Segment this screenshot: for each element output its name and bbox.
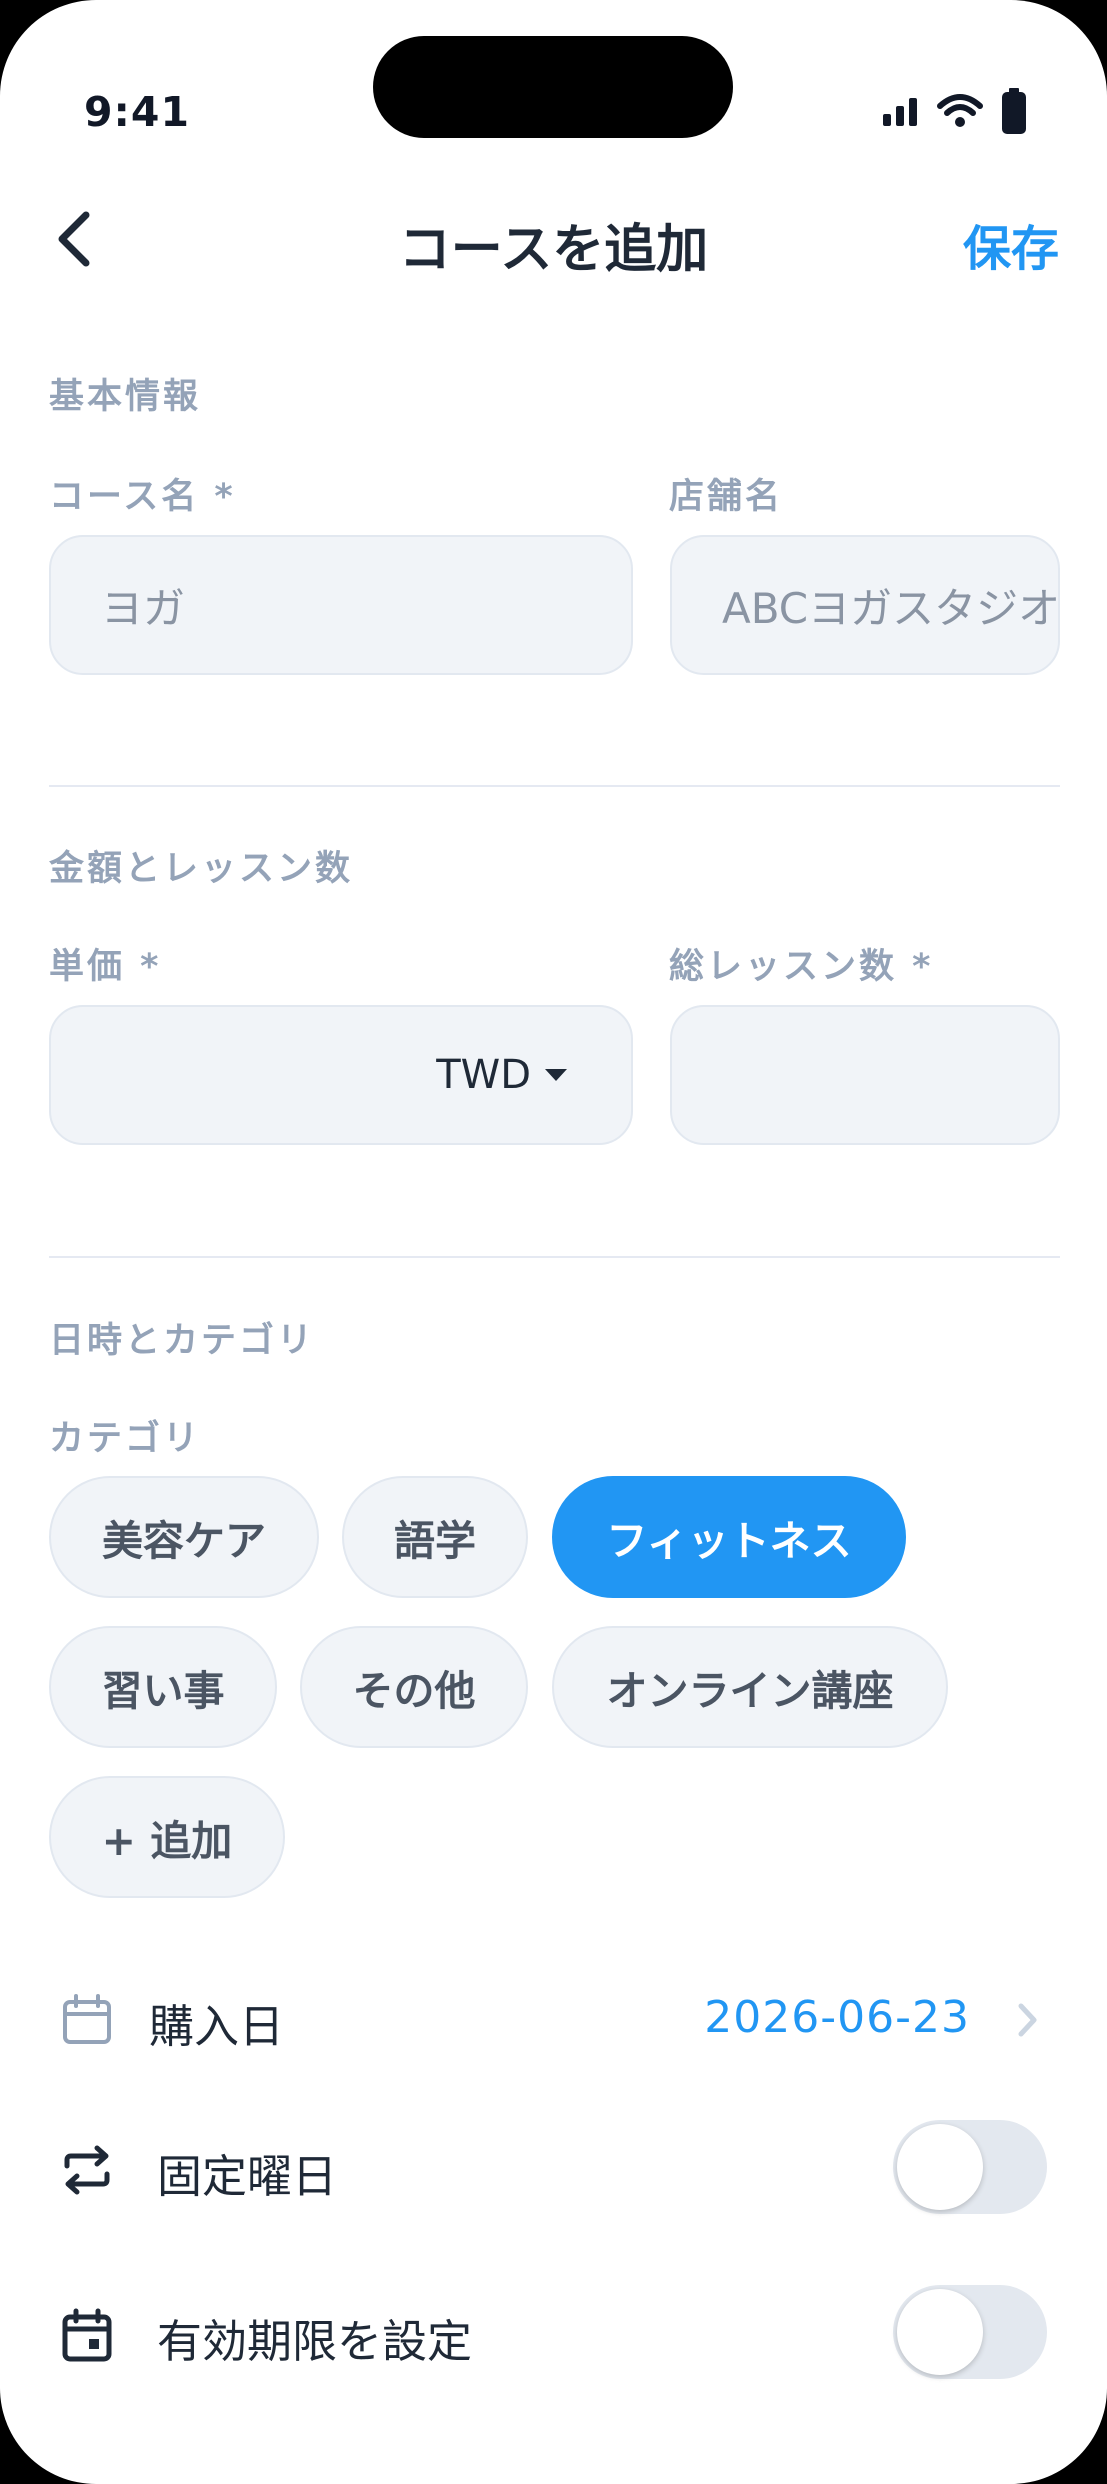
caret-down-icon <box>545 1069 567 1081</box>
chevron-right-icon <box>1018 2003 1037 2037</box>
unit-price-label: 単価 * <box>49 947 162 987</box>
category-chip[interactable]: 習い事 <box>49 1626 277 1748</box>
category-chip-label: 習い事 <box>101 1667 225 1715</box>
category-chip-label: フィットネス <box>606 1517 852 1565</box>
calendar-event-icon <box>62 2308 112 2362</box>
category-label: カテゴリ <box>49 1419 202 1459</box>
nav-bar: コースを追加 保存 <box>0 195 1107 285</box>
battery-icon <box>1002 88 1026 134</box>
add-category-chip[interactable]: + 追加 <box>49 1776 285 1898</box>
section-title-basic-info: 基本情報 <box>49 377 202 417</box>
divider <box>49 1256 1060 1258</box>
dynamic-island <box>373 36 733 138</box>
unit-price-input[interactable]: TWD <box>49 1005 633 1145</box>
category-chip-label: 語学 <box>394 1517 476 1565</box>
category-chip[interactable]: その他 <box>300 1626 528 1748</box>
save-button[interactable]: 保存 <box>963 209 1059 279</box>
toggle-knob <box>897 2289 983 2375</box>
section-title-schedule: 日時とカテゴリ <box>49 1321 316 1361</box>
status-icons <box>883 88 1027 134</box>
fixed-weekday-row: 固定曜日 <box>49 2120 1047 2220</box>
store-name-label: 店舗名 <box>669 477 784 517</box>
page-title: コースを追加 <box>398 220 709 280</box>
calendar-icon <box>63 1994 111 2044</box>
expiry-toggle[interactable] <box>893 2285 1047 2379</box>
category-chip[interactable]: オンライン講座 <box>552 1626 948 1748</box>
category-chip-label: オンライン講座 <box>606 1667 894 1715</box>
add-category-label: + 追加 <box>101 1817 233 1865</box>
course-name-input[interactable]: ヨガ <box>49 535 633 675</box>
fixed-weekday-toggle[interactable] <box>893 2120 1047 2214</box>
currency-value: TWD <box>436 1052 531 1098</box>
expiry-label: 有効期限を設定 <box>157 2315 473 2368</box>
divider <box>49 785 1060 787</box>
fixed-weekday-label: 固定曜日 <box>157 2150 338 2203</box>
category-chip-active[interactable]: フィットネス <box>552 1476 906 1598</box>
signal-icon <box>883 98 917 126</box>
total-lessons-input[interactable] <box>670 1005 1060 1145</box>
wifi-icon <box>937 94 983 127</box>
category-chip[interactable]: 美容ケア <box>49 1476 319 1598</box>
course-name-placeholder: ヨガ <box>101 583 186 633</box>
category-chip[interactable]: 語学 <box>342 1476 528 1598</box>
course-name-label: コース名 * <box>49 477 236 517</box>
category-chip-label: 美容ケア <box>102 1517 266 1565</box>
section-title-price: 金額とレッスン数 <box>49 849 354 889</box>
category-chip-label: その他 <box>352 1667 476 1715</box>
purchase-date-value: 2026-06-23 <box>704 1992 970 2043</box>
currency-select[interactable]: TWD <box>436 1007 567 1143</box>
purchase-date-row[interactable]: 購入日 2026-06-23 <box>49 1970 1060 2070</box>
store-name-placeholder: ABCヨガスタジオ <box>722 583 1060 633</box>
total-lessons-label: 総レッスン数 * <box>669 947 934 987</box>
toggle-knob <box>897 2124 983 2210</box>
purchase-date-label: 購入日 <box>149 2000 285 2053</box>
repeat-icon <box>64 2145 110 2195</box>
store-name-input[interactable]: ABCヨガスタジオ <box>670 535 1060 675</box>
expiry-row: 有効期限を設定 <box>49 2285 1047 2385</box>
phone-screen: 9:41 コースを追加 保存 基本情報 コース名 * 店舗名 ヨガ ABCヨガス… <box>0 0 1107 2484</box>
status-time: 9:41 <box>84 88 190 136</box>
